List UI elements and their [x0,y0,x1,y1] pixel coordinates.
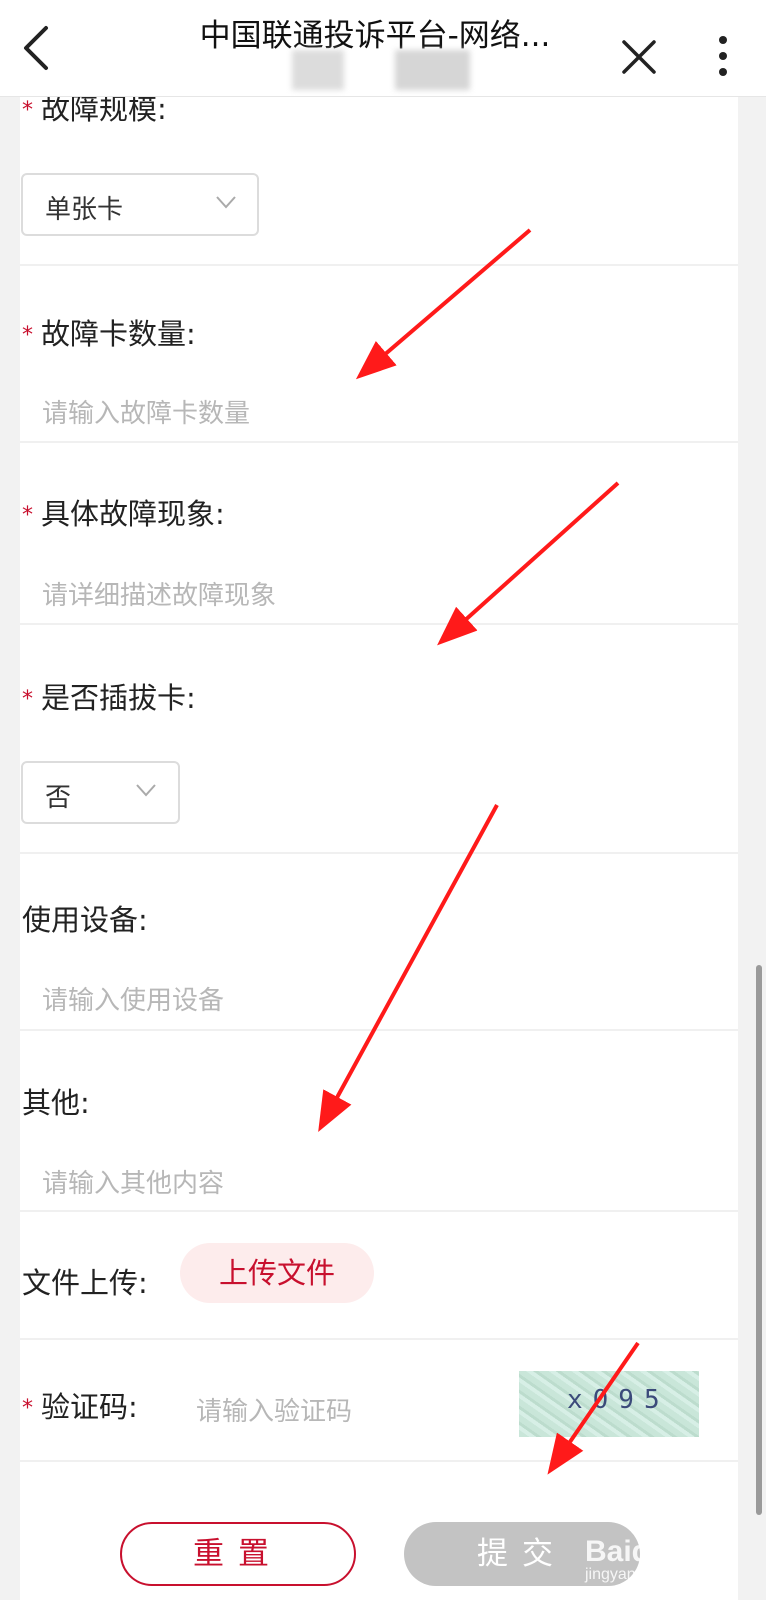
page-title: 中国联通投诉平台-网络... [199,18,551,54]
divider [20,1029,738,1031]
card-reinserted-select[interactable]: 否 [21,761,180,824]
captcha-label: * 验证码: [22,1390,138,1424]
reset-button[interactable]: 重置 [120,1522,356,1586]
divider [20,1338,738,1340]
chevron-down-icon [136,784,156,797]
blurred-url [292,50,344,90]
more-vertical-icon[interactable] [712,34,734,78]
arrow-1 [355,228,532,380]
fault-symptom-label: * 具体故障现象: [22,497,225,531]
page-gutter-left [0,96,20,1600]
blurred-url [395,50,470,90]
device-input[interactable]: 请输入使用设备 [42,980,224,1017]
divider [20,623,738,625]
device-label: 使用设备: [22,903,148,937]
card-reinserted-label: * 是否插拔卡: [22,681,196,715]
fault-card-count-input[interactable]: 请输入故障卡数量 [42,393,250,430]
divider [20,264,738,266]
scrollbar[interactable] [756,965,762,1515]
close-icon[interactable] [620,38,658,76]
chevron-left-icon[interactable] [14,22,58,74]
captcha-image[interactable]: x095 [519,1371,699,1437]
baidu-watermark: Baidu经验 jingyan.baidu.com [585,1535,729,1583]
divider [20,1460,738,1462]
fault-symptom-input[interactable]: 请详细描述故障现象 [42,575,276,612]
fault-scale-select[interactable]: 单张卡 [21,173,259,236]
other-label: 其他: [22,1086,90,1120]
captcha-input[interactable]: 请输入验证码 [196,1391,352,1428]
app-header: 中国联通投诉平台-网络... [0,0,766,97]
chevron-down-icon [216,196,236,209]
fault-card-count-label: * 故障卡数量: [22,317,196,351]
other-input[interactable]: 请输入其他内容 [42,1163,224,1200]
divider [20,1210,738,1212]
divider [20,441,738,443]
arrow-2 [437,481,620,646]
upload-file-button[interactable]: 上传文件 [180,1243,374,1303]
divider [20,852,738,854]
file-upload-label: 文件上传: [22,1266,148,1300]
